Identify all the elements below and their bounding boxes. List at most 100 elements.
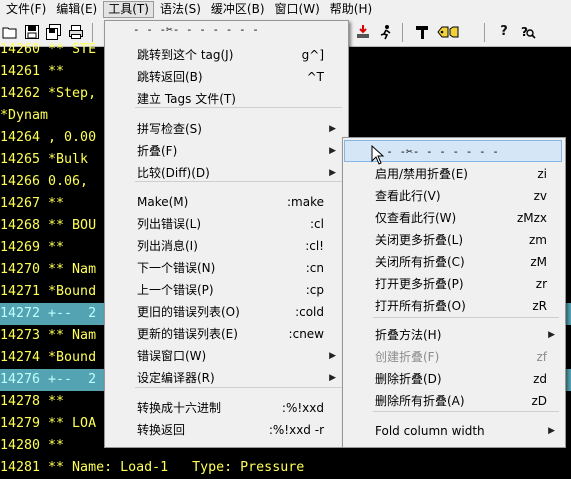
menu-item-label: 拼写检查(S) [137, 122, 202, 136]
fold-menu-item[interactable]: 打开更多折叠(P) zr [343, 273, 563, 295]
fold-submenu: - - -✂- - - - - - - 启用/禁用折叠(E) zi 查看此行(V) z… [342, 137, 566, 448]
menu-item-label: 更新的错误列表(E) [137, 327, 238, 341]
run-icon[interactable] [355, 24, 371, 40]
menu-separator [135, 181, 342, 182]
menu-item-shortcut: :make [287, 195, 324, 209]
fold-menu-item[interactable]: 关闭更多折叠(L) zm [343, 229, 563, 251]
tools-menu-item[interactable]: 列出错误(L):cl [105, 213, 346, 235]
menu-file[interactable]: 文件(F) [2, 1, 50, 18]
line-text: ** [40, 394, 65, 409]
fold-menu-item[interactable]: 删除所有折叠(A) zD [343, 390, 563, 412]
menu-item-shortcut: :cl! [305, 239, 324, 253]
menu-separator [135, 107, 342, 108]
fold-menu-item[interactable]: 删除折叠(D) zd [343, 368, 563, 390]
line-number: 14276 [0, 372, 41, 387]
jump-icon[interactable] [378, 24, 394, 40]
menu-item-label: 跳转返回(B) [137, 70, 203, 84]
fold-menu-item[interactable]: 折叠方法(H) ▶ [343, 324, 563, 346]
line-number: 14279 [0, 416, 41, 431]
submenu-arrow-icon: ▶ [329, 124, 336, 134]
line-number: 14273 [0, 328, 41, 343]
tools-menu-item[interactable]: 跳转返回(B) ^T [105, 66, 346, 88]
line-text: ** [40, 438, 65, 453]
menu-item-shortcut: :cp [305, 283, 324, 297]
menu-edit[interactable]: 编辑(E) [52, 1, 101, 18]
line-text: ** Nam [40, 262, 97, 277]
save-all-icon[interactable] [46, 24, 62, 40]
tools-menu-item[interactable]: 更新的错误列表(E):cnew [105, 323, 346, 345]
menu-bar: 文件(F) 编辑(E) 工具(T) 语法(S) 缓冲区(B) 窗口(W) 帮助(… [0, 0, 571, 19]
menu-item-label: 关闭所有折叠(C) [375, 255, 465, 269]
tools-menu-item[interactable]: 转换返回 :%!xxd -r [105, 419, 346, 441]
save-icon[interactable] [24, 24, 40, 40]
fold-menu-item[interactable]: 启用/禁用折叠(E) zi [343, 163, 563, 185]
menu-item-label: Make(M) [137, 195, 189, 209]
menu-item-label: 关闭更多折叠(L) [375, 233, 464, 247]
menu-item-label: 转换返回 [137, 423, 186, 437]
tools-menu-item[interactable]: 上一个错误(P):cp [105, 279, 346, 301]
fold-menu-item[interactable]: 关闭所有折叠(C) zM [343, 251, 563, 273]
editor-line[interactable]: 14281 ** Name: Load-1 Type: Pressure [0, 457, 571, 479]
fold-menu-item[interactable]: Fold column width ▶ [343, 420, 563, 442]
line-text: *Bulk [40, 152, 89, 167]
line-number: 14264 [0, 130, 41, 145]
tag-icon[interactable] [437, 24, 459, 40]
line-text: +-- 2 [40, 372, 97, 387]
tools-menu-item[interactable]: Make(M) :make [105, 191, 346, 213]
make-icon[interactable] [414, 24, 430, 40]
menu-separator [373, 411, 559, 412]
menu-window[interactable]: 窗口(W) [271, 1, 324, 18]
line-number: 14281 [0, 460, 41, 475]
menu-item-label: 折叠方法(H) [375, 328, 442, 342]
menu-help[interactable]: 帮助(H) [326, 1, 376, 18]
menu-syntax[interactable]: 语法(S) [156, 1, 205, 18]
tools-menu-item[interactable]: 设定编译器(R) ▶ [105, 367, 346, 389]
tools-menu-item[interactable]: 列出消息(I):cl! [105, 235, 346, 257]
menu-item-label: 打开更多折叠(P) [375, 277, 464, 291]
menu-item-shortcut: :%!xxd -r [268, 423, 324, 437]
open-icon[interactable] [2, 24, 18, 40]
line-number: 14269 [0, 240, 41, 255]
line-text: ** LOA [40, 416, 97, 431]
menu-buffers[interactable]: 缓冲区(B) [207, 1, 269, 18]
line-number: 14278 [0, 394, 41, 409]
tools-menu-item[interactable]: 下一个错误(N):cn [105, 257, 346, 279]
tools-menu-item[interactable]: 跳转到这个 tag(J) g^] [105, 44, 346, 66]
menu-item-label: 启用/禁用折叠(E) [375, 167, 468, 181]
line-number: 14268 [0, 218, 41, 233]
tools-menu-item[interactable]: 折叠(F) ▶ [105, 140, 346, 162]
menu-item-label: 跳转到这个 tag(J) [137, 48, 234, 62]
line-text: ** [40, 240, 65, 255]
menu-item-label: 查看此行(V) [375, 189, 441, 203]
line-text: ** Nam [40, 328, 97, 343]
menu-item-shortcut: zd [533, 372, 547, 386]
tools-menu-item[interactable]: 转换成十六进制:%!xxd [105, 397, 346, 419]
menu-item-shortcut: g^] [301, 48, 324, 62]
line-number: 14260 [0, 42, 41, 57]
line-text: *Bound [40, 350, 97, 365]
line-text: ** Name: Load-1 Type: Pressure [40, 460, 305, 475]
fold-menu-item[interactable]: 打开所有折叠(O) zR [343, 295, 563, 317]
menu-item-label: 打开所有折叠(O) [375, 299, 466, 313]
menu-item-shortcut: zM [530, 255, 547, 269]
help-icon[interactable]: ? [496, 24, 512, 40]
tools-menu-item[interactable]: 错误窗口(W) ▶ [105, 345, 346, 367]
tools-menu-item[interactable]: 拼写检查(S) ▶ [105, 118, 346, 140]
line-text: ** BOU [40, 218, 97, 233]
tools-tearoff[interactable]: - - -✂- - - - - - - [133, 23, 259, 36]
tools-menu-item[interactable]: 更旧的错误列表(O):cold [105, 301, 346, 323]
menu-item-shortcut: zm [529, 233, 547, 247]
fold-menu-item[interactable]: 查看此行(V) zv [343, 185, 563, 207]
menu-item-shortcut: zMzx [516, 211, 547, 225]
menu-item-shortcut: :cl [310, 217, 324, 231]
menu-tools[interactable]: 工具(T) [103, 1, 154, 18]
menu-item-label: 错误窗口(W) [137, 349, 207, 363]
menu-item-shortcut: zv [533, 189, 547, 203]
find-help-icon[interactable]: ? [520, 24, 536, 40]
fold-menu-item[interactable]: 仅查看此行(W) zMzx [343, 207, 563, 229]
line-number: 14261 [0, 64, 41, 79]
menu-item-label: 仅查看此行(W) [375, 211, 457, 225]
line-number: 14266 [0, 174, 41, 189]
print-icon[interactable] [68, 24, 84, 40]
menu-item-label: 转换成十六进制 [137, 401, 222, 415]
